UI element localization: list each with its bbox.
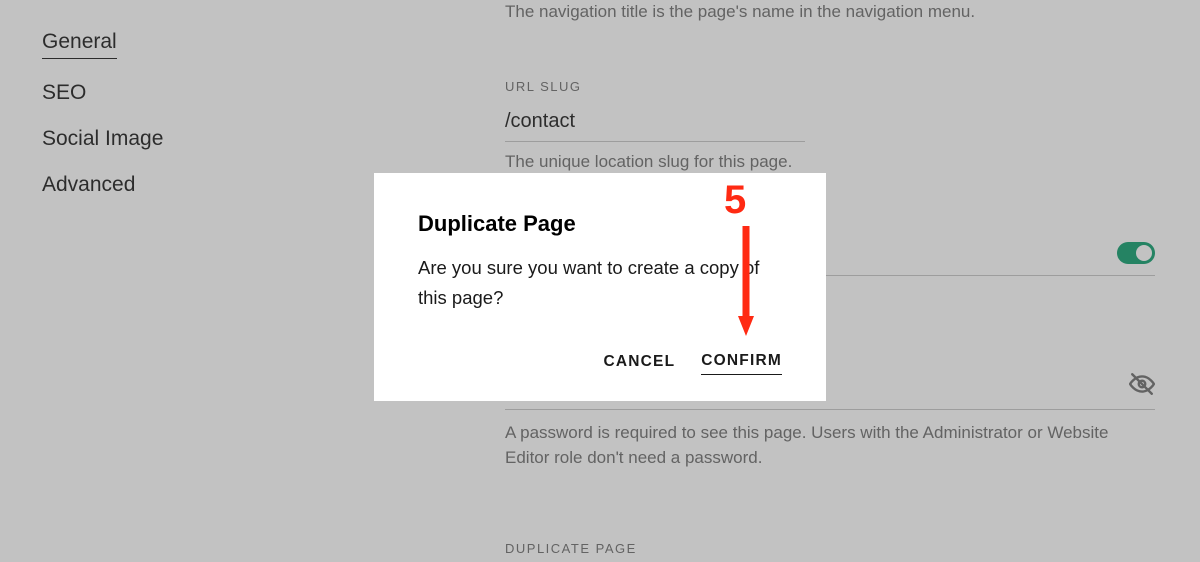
enable-toggle[interactable]: [1117, 242, 1155, 264]
sidebar-item-general[interactable]: General: [42, 30, 117, 59]
dialog-actions: CANCEL CONFIRM: [418, 352, 782, 375]
annotation-step-number: 5: [724, 178, 746, 223]
sidebar-item-seo[interactable]: SEO: [42, 81, 300, 105]
duplicate-page-dialog: Duplicate Page Are you sure you want to …: [374, 173, 826, 401]
confirm-button[interactable]: CONFIRM: [701, 352, 782, 375]
sidebar-item-social-image[interactable]: Social Image: [42, 127, 300, 151]
dialog-message: Are you sure you want to create a copy o…: [418, 253, 782, 312]
nav-title-helper: The navigation title is the page's name …: [505, 0, 1155, 24]
url-slug-helper: The unique location slug for this page.: [505, 152, 1155, 172]
url-slug-label: URL SLUG: [505, 79, 1155, 94]
duplicate-page-label[interactable]: DUPLICATE PAGE: [505, 541, 1155, 556]
url-slug-field[interactable]: /contact: [505, 104, 805, 142]
cancel-button[interactable]: CANCEL: [603, 352, 675, 375]
sidebar-item-advanced[interactable]: Advanced: [42, 173, 300, 197]
eye-off-icon[interactable]: [1129, 371, 1155, 397]
settings-sidebar: General SEO Social Image Advanced: [0, 0, 300, 562]
toggle-knob: [1136, 245, 1152, 261]
password-helper: A password is required to see this page.…: [505, 420, 1155, 471]
